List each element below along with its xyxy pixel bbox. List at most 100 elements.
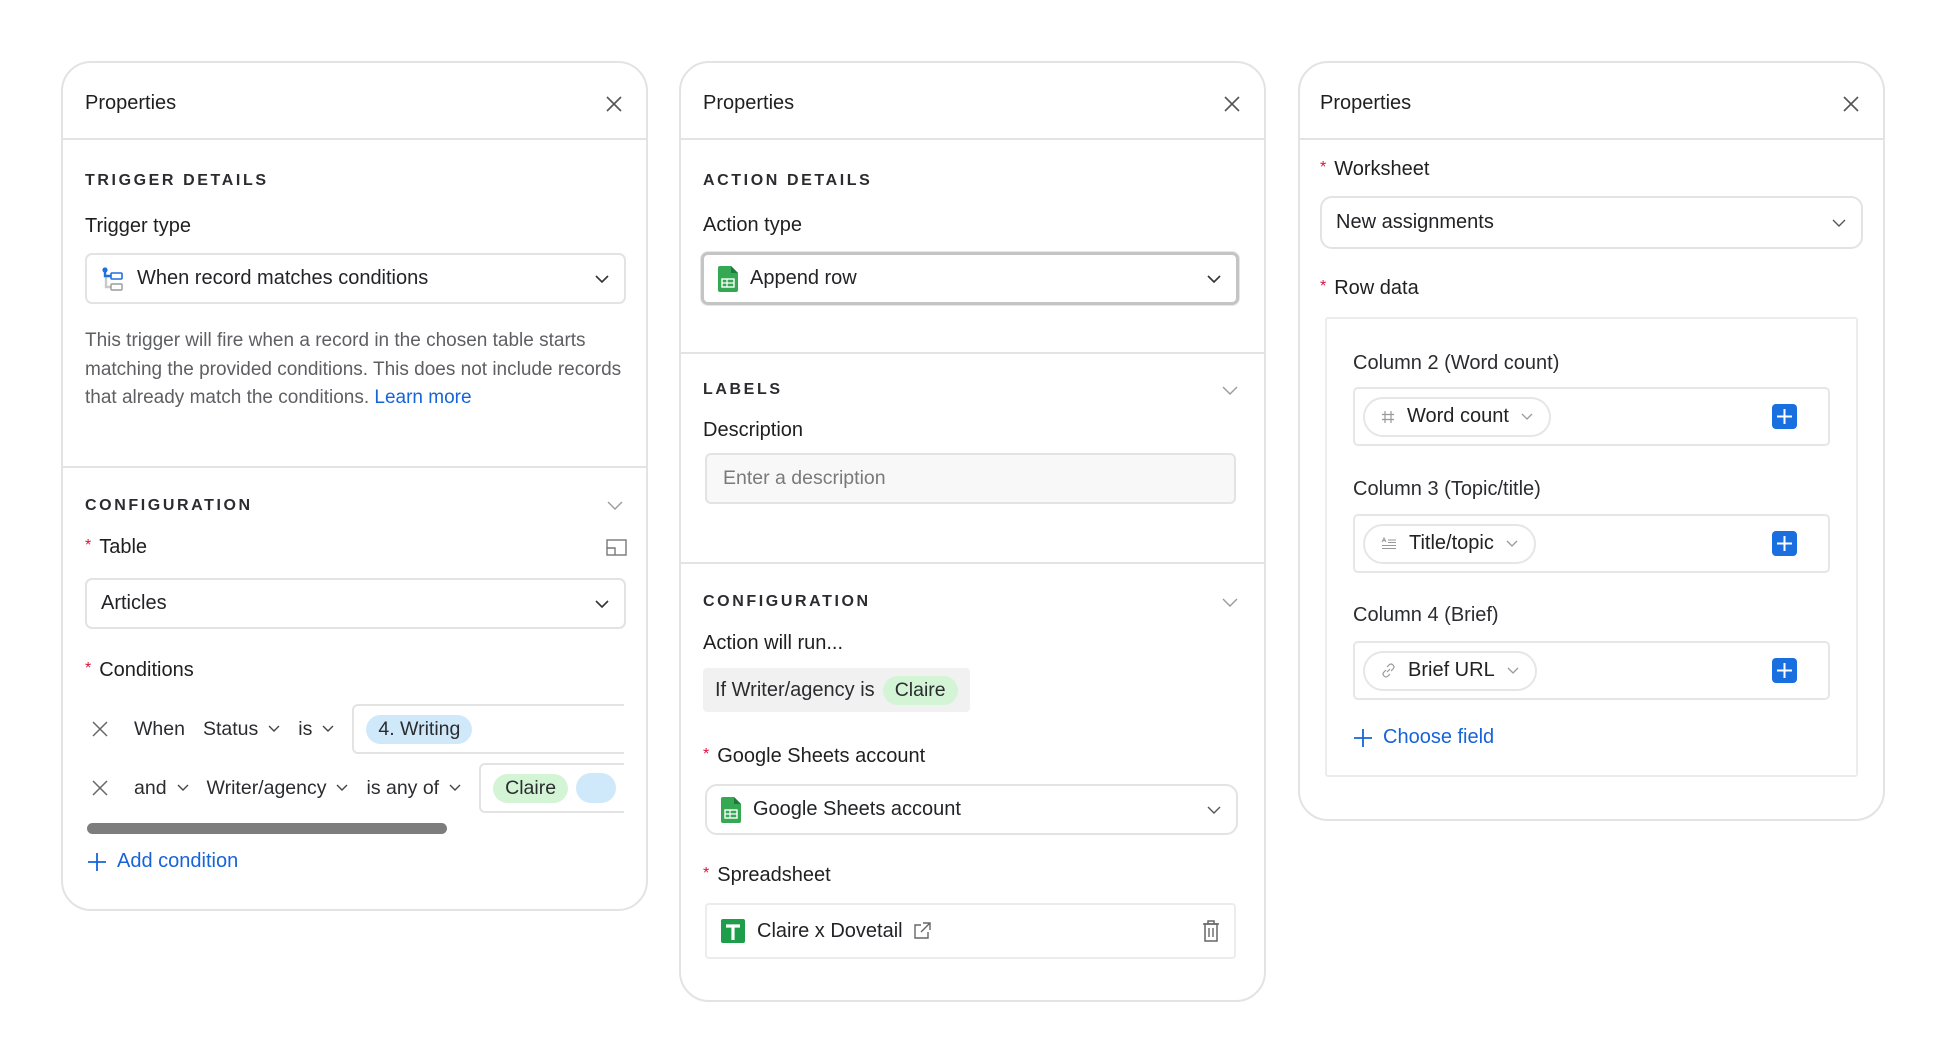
required-icon: *	[85, 660, 92, 677]
collapse-chevron-icon[interactable]	[1221, 597, 1239, 609]
condition-field-select[interactable]: Writer/agency	[207, 777, 349, 800]
condition-value-input[interactable]: Claire	[479, 763, 624, 813]
insert-field-button[interactable]	[1772, 531, 1797, 556]
plus-icon	[1777, 409, 1792, 424]
condition-operator-select[interactable]: is	[298, 718, 334, 741]
field-pill-text: Title/topic	[1409, 532, 1494, 554]
action-properties-panel: Properties ACTION DETAILS Action type Ap…	[679, 61, 1266, 1002]
condition-connector: When	[134, 717, 185, 740]
panel-header: Properties	[1300, 63, 1883, 140]
plus-icon	[1777, 536, 1792, 551]
close-icon[interactable]	[1841, 94, 1861, 114]
spreadsheet-name[interactable]: Claire x Dovetail	[757, 920, 903, 943]
labels-heading: LABELS	[703, 381, 783, 398]
choose-field-button[interactable]: Choose field	[1353, 726, 1494, 749]
field-pill[interactable]: Word count	[1363, 396, 1551, 437]
trigger-type-value: When record matches conditions	[137, 267, 429, 289]
spreadsheet-icon	[721, 919, 745, 943]
panel-header: Properties	[63, 63, 646, 140]
close-icon[interactable]	[604, 94, 624, 114]
number-icon	[1382, 410, 1394, 423]
required-icon: *	[1320, 159, 1327, 176]
row-data-label: * Row data	[1320, 277, 1419, 300]
link-icon	[1382, 663, 1395, 678]
field-pill[interactable]: Brief URL	[1363, 650, 1537, 691]
add-condition-button[interactable]: Add condition	[87, 850, 238, 873]
worksheet-value: New assignments	[1336, 211, 1494, 233]
action-type-label: Action type	[703, 214, 802, 236]
collapse-chevron-icon[interactable]	[1221, 385, 1239, 397]
condition-operator-text: is any of	[366, 776, 440, 799]
text-icon	[1381, 536, 1396, 549]
insert-field-button[interactable]	[1772, 658, 1797, 683]
google-sheets-icon	[718, 265, 738, 292]
worksheet-select[interactable]: New assignments	[1320, 196, 1863, 249]
close-icon[interactable]	[1222, 94, 1242, 114]
chevron-down-icon	[1507, 667, 1519, 674]
table-select[interactable]: Articles	[85, 578, 626, 629]
action-details-heading: ACTION DETAILS	[703, 172, 873, 189]
condition-row: When Status is 4. Writing	[63, 704, 624, 754]
value-chip: Claire	[882, 675, 958, 705]
column-field-input[interactable]: Word count	[1353, 387, 1830, 446]
condition-field-select[interactable]: Status	[203, 718, 280, 741]
external-link-icon[interactable]	[913, 922, 931, 940]
field-pill[interactable]: Title/topic	[1363, 523, 1536, 564]
rowdata-properties-panel: Properties * Worksheet New assignments * R…	[1298, 61, 1885, 821]
panel-title: Properties	[1320, 92, 1412, 114]
google-sheets-account-select[interactable]: Google Sheets account	[705, 784, 1238, 835]
trigger-type-select[interactable]: When record matches conditions	[85, 253, 626, 304]
field-pill-text: Brief URL	[1408, 659, 1495, 681]
chevron-down-icon	[1506, 540, 1518, 547]
collapse-chevron-icon[interactable]	[606, 500, 624, 512]
column-label: Column 2 (Word count)	[1353, 352, 1560, 374]
learn-more-link[interactable]: Learn more	[374, 387, 471, 408]
condition-connector-select[interactable]: and	[134, 777, 189, 800]
required-icon: *	[1320, 278, 1327, 295]
remove-condition-icon[interactable]	[92, 721, 108, 737]
account-label-text: Google Sheets account	[717, 745, 926, 767]
configuration-heading: CONFIGURATION	[703, 593, 871, 610]
plus-icon	[1777, 663, 1792, 678]
trigger-properties-panel: Properties TRIGGER DETAILS Trigger type …	[61, 61, 648, 911]
worksheet-label: * Worksheet	[1320, 158, 1429, 181]
google-sheets-account-label: * Google Sheets account	[703, 745, 925, 768]
value-chip	[576, 773, 617, 803]
condition-field-text: Status	[202, 717, 259, 740]
chevron-down-icon	[336, 784, 348, 791]
section-divider	[681, 562, 1264, 564]
condition-field-text: Writer/agency	[206, 776, 327, 799]
column-label: Column 3 (Topic/title)	[1353, 478, 1541, 500]
chevron-down-icon	[177, 784, 189, 791]
remove-condition-icon[interactable]	[92, 780, 108, 796]
column-field-input[interactable]: Brief URL	[1353, 641, 1830, 700]
action-type-select[interactable]: Append row	[701, 252, 1239, 305]
value-chip: 4. Writing	[366, 714, 473, 744]
panel-header: Properties	[681, 63, 1264, 140]
value-chip: Claire	[493, 773, 569, 803]
trigger-type-label: Trigger type	[85, 215, 191, 237]
condition-value-input[interactable]: 4. Writing	[352, 704, 624, 754]
plus-icon	[1354, 728, 1372, 747]
chevron-down-icon	[1207, 274, 1221, 283]
spreadsheet-label-text: Spreadsheet	[717, 864, 831, 886]
insert-field-button[interactable]	[1772, 404, 1797, 429]
table-label: * Table	[85, 536, 147, 559]
condition-operator-select[interactable]: is any of	[366, 777, 461, 800]
trash-icon[interactable]	[1202, 920, 1220, 942]
panel-title: Properties	[703, 92, 795, 114]
trigger-description: This trigger will fire when a record in …	[85, 327, 622, 413]
add-condition-label: Add condition	[117, 850, 239, 872]
run-condition-summary: If Writer/agency is Claire	[703, 668, 970, 712]
required-icon: *	[85, 537, 92, 554]
chevron-down-icon	[1207, 806, 1221, 814]
row-data-label-text: Row data	[1334, 277, 1419, 299]
horizontal-scrollbar[interactable]	[87, 823, 447, 834]
conditions-label-text: Conditions	[99, 659, 194, 681]
description-input[interactable]	[705, 453, 1236, 504]
expand-table-icon[interactable]	[606, 539, 627, 556]
column-field-input[interactable]: Title/topic	[1353, 514, 1830, 573]
record-conditions-icon	[101, 266, 125, 291]
field-pill-text: Word count	[1407, 405, 1509, 427]
chevron-down-icon	[595, 599, 609, 608]
